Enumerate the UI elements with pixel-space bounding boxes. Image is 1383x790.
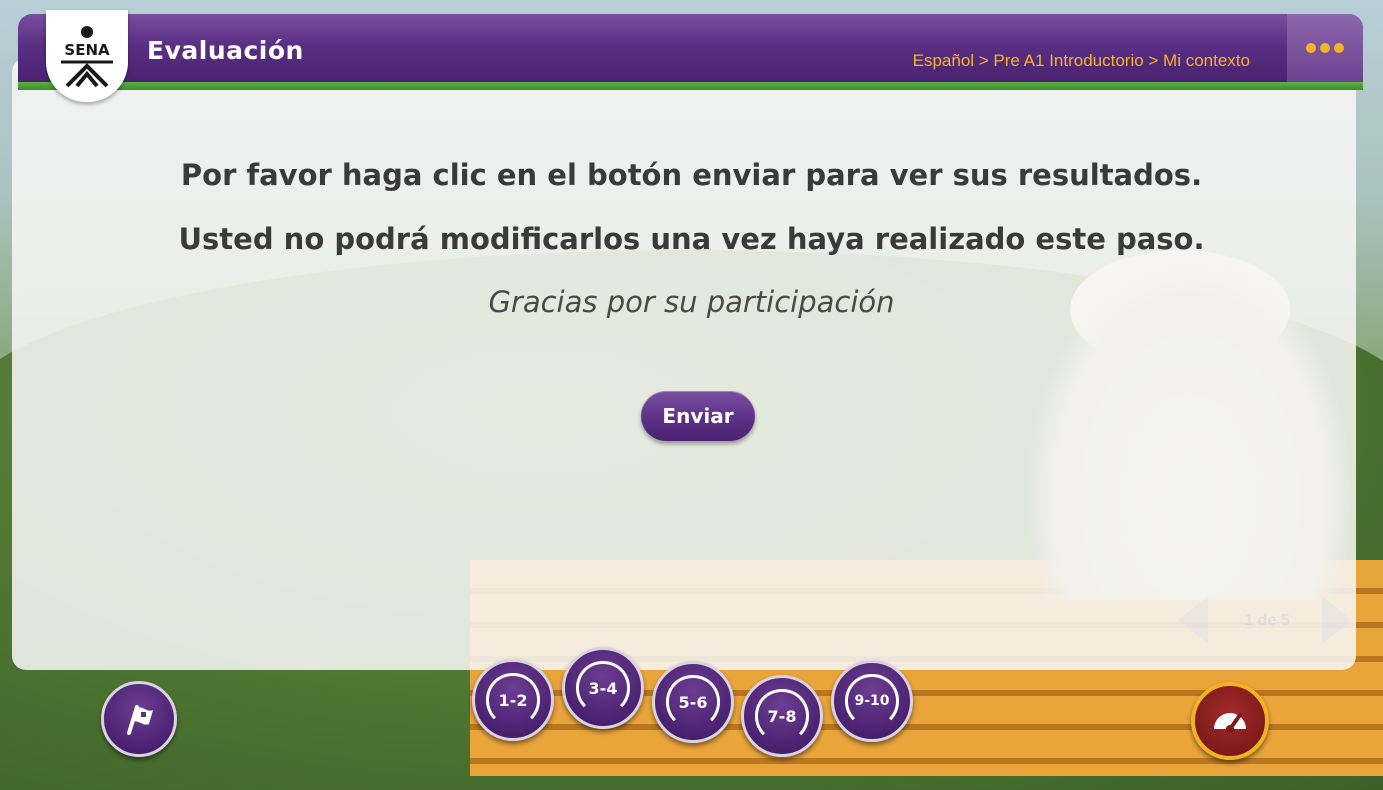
page-title: Evaluación: [147, 36, 304, 65]
section-button-7-8[interactable]: 7-8: [741, 675, 823, 757]
section-button-label: 3-4: [576, 661, 630, 715]
section-button-label: 1-2: [486, 673, 540, 727]
instruction-line-2: Usted no podrá modificarlos una vez haya…: [178, 222, 1205, 256]
page-indicator: 1 de 5: [1244, 612, 1290, 629]
speedometer-icon: [1214, 713, 1246, 733]
section-button-label: 5-6: [666, 675, 720, 729]
more-dot: [1320, 43, 1330, 53]
flag-button[interactable]: [101, 681, 177, 757]
pager: 1 de 5: [1172, 590, 1362, 650]
results-button[interactable]: [1191, 682, 1269, 760]
more-dot: [1334, 43, 1344, 53]
section-button-9-10[interactable]: 9-10: [831, 660, 913, 742]
previous-arrow-icon[interactable]: [1178, 596, 1208, 644]
flag-icon: [127, 705, 153, 735]
content-panel: [12, 58, 1356, 670]
sena-logo: SENA: [46, 10, 128, 102]
more-dots-icon: [1306, 43, 1316, 53]
breadcrumb: Español > Pre A1 Introductorio > Mi cont…: [912, 51, 1250, 70]
section-button-label: 9-10: [845, 674, 899, 728]
logo-text: SENA: [64, 41, 110, 59]
section-button-label: 7-8: [755, 689, 809, 743]
section-button-3-4[interactable]: 3-4: [562, 647, 644, 729]
thanks-text: Gracias por su participación: [488, 285, 895, 319]
section-button-1-2[interactable]: 1-2: [472, 659, 554, 741]
section-button-5-6[interactable]: 5-6: [652, 661, 734, 743]
send-button[interactable]: Enviar: [641, 391, 755, 441]
more-menu-button[interactable]: [1287, 14, 1363, 82]
instruction-line-1: Por favor haga clic en el botón enviar p…: [180, 158, 1203, 192]
next-arrow-icon[interactable]: [1322, 596, 1352, 644]
sena-logo-icon: SENA: [61, 26, 113, 88]
